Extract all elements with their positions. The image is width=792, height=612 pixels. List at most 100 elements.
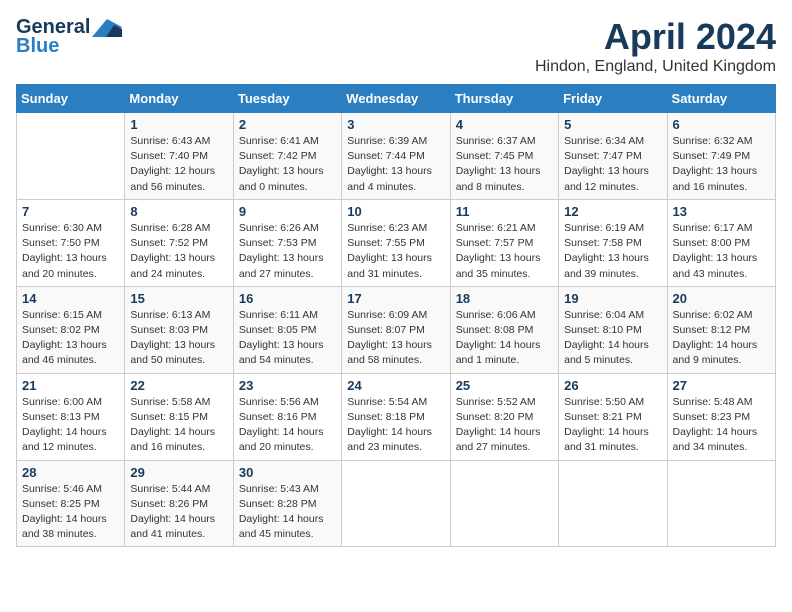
day-info: Sunrise: 6:17 AM Sunset: 8:00 PM Dayligh… (673, 221, 770, 282)
day-info: Sunrise: 6:02 AM Sunset: 8:12 PM Dayligh… (673, 308, 770, 369)
calendar-cell: 18 Sunrise: 6:06 AM Sunset: 8:08 PM Dayli… (450, 286, 558, 373)
calendar-cell: 29 Sunrise: 5:44 AM Sunset: 8:26 PM Dayli… (125, 460, 233, 547)
day-number: 18 (456, 291, 553, 306)
day-info: Sunrise: 5:58 AM Sunset: 8:15 PM Dayligh… (130, 395, 227, 456)
day-number: 11 (456, 204, 553, 219)
calendar-cell (17, 113, 125, 200)
day-number: 10 (347, 204, 444, 219)
day-number: 29 (130, 465, 227, 480)
calendar-cell: 10 Sunrise: 6:23 AM Sunset: 7:55 PM Dayli… (342, 199, 450, 286)
day-info: Sunrise: 6:19 AM Sunset: 7:58 PM Dayligh… (564, 221, 661, 282)
day-number: 27 (673, 378, 770, 393)
day-info: Sunrise: 6:06 AM Sunset: 8:08 PM Dayligh… (456, 308, 553, 369)
day-info: Sunrise: 6:26 AM Sunset: 7:53 PM Dayligh… (239, 221, 336, 282)
calendar-week-2: 7Sunrise: 6:30 AM Sunset: 7:50 PM Daylig… (17, 199, 776, 286)
day-number: 16 (239, 291, 336, 306)
day-number: 23 (239, 378, 336, 393)
calendar-cell: 8 Sunrise: 6:28 AM Sunset: 7:52 PM Daylig… (125, 199, 233, 286)
day-info: Sunrise: 6:32 AM Sunset: 7:49 PM Dayligh… (673, 134, 770, 195)
calendar-cell: 24Sunrise: 5:54 AM Sunset: 8:18 PM Dayli… (342, 373, 450, 460)
day-info: Sunrise: 6:11 AM Sunset: 8:05 PM Dayligh… (239, 308, 336, 369)
day-number: 14 (22, 291, 119, 306)
location-title: Hindon, England, United Kingdom (535, 58, 776, 76)
day-number: 4 (456, 117, 553, 132)
calendar-cell: 26 Sunrise: 5:50 AM Sunset: 8:21 PM Dayli… (559, 373, 667, 460)
day-number: 5 (564, 117, 661, 132)
calendar-cell: 28 Sunrise: 5:46 AM Sunset: 8:25 PM Dayli… (17, 460, 125, 547)
calendar-cell: 25 Sunrise: 5:52 AM Sunset: 8:20 PM Dayli… (450, 373, 558, 460)
calendar-cell: 27 Sunrise: 5:48 AM Sunset: 8:23 PM Dayli… (667, 373, 775, 460)
day-number: 22 (130, 378, 227, 393)
day-number: 25 (456, 378, 553, 393)
day-info: Sunrise: 5:48 AM Sunset: 8:23 PM Dayligh… (673, 395, 770, 456)
day-number: 2 (239, 117, 336, 132)
title-area: April 2024 Hindon, England, United Kingd… (535, 16, 776, 76)
calendar-cell: 19 Sunrise: 6:04 AM Sunset: 8:10 PM Dayli… (559, 286, 667, 373)
day-info: Sunrise: 6:28 AM Sunset: 7:52 PM Dayligh… (130, 221, 227, 282)
calendar-cell: 12 Sunrise: 6:19 AM Sunset: 7:58 PM Dayli… (559, 199, 667, 286)
day-header-monday: Monday (125, 85, 233, 113)
day-number: 13 (673, 204, 770, 219)
calendar-cell: 9 Sunrise: 6:26 AM Sunset: 7:53 PM Daylig… (233, 199, 341, 286)
day-header-tuesday: Tuesday (233, 85, 341, 113)
day-info: Sunrise: 6:21 AM Sunset: 7:57 PM Dayligh… (456, 221, 553, 282)
day-info: Sunrise: 6:00 AM Sunset: 8:13 PM Dayligh… (22, 395, 119, 456)
calendar-cell: 16 Sunrise: 6:11 AM Sunset: 8:05 PM Dayli… (233, 286, 341, 373)
calendar-cell: 23 Sunrise: 5:56 AM Sunset: 8:16 PM Dayli… (233, 373, 341, 460)
calendar-cell: 7Sunrise: 6:30 AM Sunset: 7:50 PM Daylig… (17, 199, 125, 286)
calendar-cell: 21Sunrise: 6:00 AM Sunset: 8:13 PM Dayli… (17, 373, 125, 460)
day-info: Sunrise: 5:54 AM Sunset: 8:18 PM Dayligh… (347, 395, 444, 456)
day-header-sunday: Sunday (17, 85, 125, 113)
calendar-cell (342, 460, 450, 547)
day-info: Sunrise: 5:46 AM Sunset: 8:25 PM Dayligh… (22, 482, 119, 543)
day-info: Sunrise: 5:52 AM Sunset: 8:20 PM Dayligh… (456, 395, 553, 456)
day-info: Sunrise: 6:23 AM Sunset: 7:55 PM Dayligh… (347, 221, 444, 282)
calendar-cell: 15Sunrise: 6:13 AM Sunset: 8:03 PM Dayli… (125, 286, 233, 373)
day-info: Sunrise: 6:37 AM Sunset: 7:45 PM Dayligh… (456, 134, 553, 195)
day-number: 9 (239, 204, 336, 219)
calendar-cell (450, 460, 558, 547)
day-info: Sunrise: 6:41 AM Sunset: 7:42 PM Dayligh… (239, 134, 336, 195)
calendar-cell: 14 Sunrise: 6:15 AM Sunset: 8:02 PM Dayli… (17, 286, 125, 373)
calendar-cell: 20 Sunrise: 6:02 AM Sunset: 8:12 PM Dayli… (667, 286, 775, 373)
month-title: April 2024 (535, 16, 776, 58)
logo-icon (92, 19, 122, 37)
logo: General Blue (16, 16, 122, 58)
day-header-thursday: Thursday (450, 85, 558, 113)
day-info: Sunrise: 6:04 AM Sunset: 8:10 PM Dayligh… (564, 308, 661, 369)
calendar-cell: 3Sunrise: 6:39 AM Sunset: 7:44 PM Daylig… (342, 113, 450, 200)
day-number: 19 (564, 291, 661, 306)
day-info: Sunrise: 6:15 AM Sunset: 8:02 PM Dayligh… (22, 308, 119, 369)
day-number: 12 (564, 204, 661, 219)
day-info: Sunrise: 5:43 AM Sunset: 8:28 PM Dayligh… (239, 482, 336, 543)
day-number: 15 (130, 291, 227, 306)
calendar-cell: 4 Sunrise: 6:37 AM Sunset: 7:45 PM Daylig… (450, 113, 558, 200)
calendar-cell (559, 460, 667, 547)
day-info: Sunrise: 6:30 AM Sunset: 7:50 PM Dayligh… (22, 221, 119, 282)
day-number: 8 (130, 204, 227, 219)
day-info: Sunrise: 5:44 AM Sunset: 8:26 PM Dayligh… (130, 482, 227, 543)
day-number: 28 (22, 465, 119, 480)
calendar-cell: 22 Sunrise: 5:58 AM Sunset: 8:15 PM Dayli… (125, 373, 233, 460)
day-info: Sunrise: 6:43 AM Sunset: 7:40 PM Dayligh… (130, 134, 227, 195)
header: General Blue April 2024 Hindon, England,… (16, 16, 776, 76)
calendar-cell: 30Sunrise: 5:43 AM Sunset: 8:28 PM Dayli… (233, 460, 341, 547)
day-info: Sunrise: 5:56 AM Sunset: 8:16 PM Dayligh… (239, 395, 336, 456)
calendar-cell: 11 Sunrise: 6:21 AM Sunset: 7:57 PM Dayli… (450, 199, 558, 286)
day-info: Sunrise: 6:09 AM Sunset: 8:07 PM Dayligh… (347, 308, 444, 369)
day-number: 6 (673, 117, 770, 132)
day-info: Sunrise: 5:50 AM Sunset: 8:21 PM Dayligh… (564, 395, 661, 456)
calendar-cell: 5Sunrise: 6:34 AM Sunset: 7:47 PM Daylig… (559, 113, 667, 200)
day-header-friday: Friday (559, 85, 667, 113)
calendar-cell: 1 Sunrise: 6:43 AM Sunset: 7:40 PM Daylig… (125, 113, 233, 200)
calendar-week-4: 21Sunrise: 6:00 AM Sunset: 8:13 PM Dayli… (17, 373, 776, 460)
calendar-week-3: 14 Sunrise: 6:15 AM Sunset: 8:02 PM Dayli… (17, 286, 776, 373)
logo-text-blue: Blue (16, 35, 59, 58)
calendar-cell: 2 Sunrise: 6:41 AM Sunset: 7:42 PM Daylig… (233, 113, 341, 200)
day-number: 17 (347, 291, 444, 306)
day-number: 20 (673, 291, 770, 306)
day-number: 3 (347, 117, 444, 132)
day-number: 1 (130, 117, 227, 132)
calendar-week-1: 1 Sunrise: 6:43 AM Sunset: 7:40 PM Daylig… (17, 113, 776, 200)
day-number: 26 (564, 378, 661, 393)
